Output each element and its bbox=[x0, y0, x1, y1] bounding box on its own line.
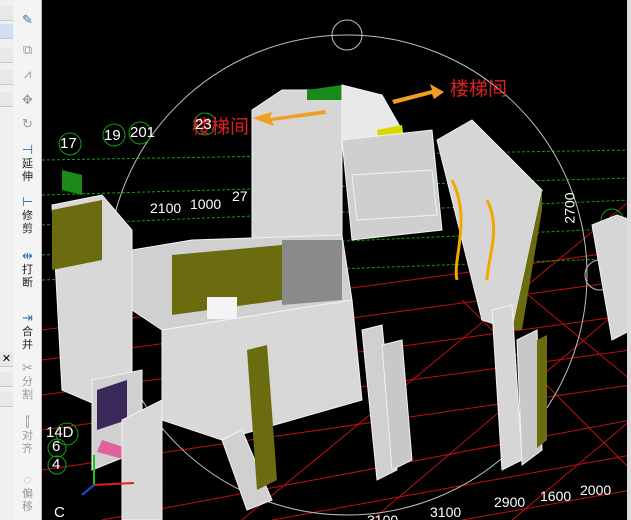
panel-tab[interactable] bbox=[0, 6, 13, 21]
tool-move[interactable]: ✥ bbox=[15, 92, 40, 108]
dimension-label: 3100 bbox=[430, 504, 462, 520]
tool-mirror[interactable]: ⩘ bbox=[15, 66, 40, 82]
left-panel-strip: ✕ bbox=[0, 0, 15, 520]
close-icon[interactable]: ✕ bbox=[0, 352, 13, 367]
panel-tab[interactable] bbox=[0, 92, 13, 107]
panel-tab[interactable] bbox=[0, 48, 13, 63]
axis-number: 17 bbox=[60, 135, 77, 152]
move-icon: ✥ bbox=[22, 92, 33, 107]
olive-face bbox=[537, 335, 547, 448]
door-opening bbox=[207, 297, 237, 319]
axis-number: 201 bbox=[130, 124, 156, 141]
dimension-label: 2100 bbox=[150, 200, 182, 216]
dimension-label: 2900 bbox=[494, 494, 526, 510]
stair-shaft-wall[interactable] bbox=[341, 129, 443, 241]
green-marker bbox=[62, 170, 82, 195]
dimension-label: 1600 bbox=[540, 488, 572, 504]
extend-icon: ⊣ bbox=[21, 142, 34, 157]
trim-icon: ⊢ bbox=[21, 194, 34, 209]
room-inner-shadow bbox=[282, 240, 342, 305]
axis-number: 23 bbox=[195, 116, 212, 133]
3d-viewport[interactable]: 楼梯间 楼梯间 2100 1000 27 2700 2900 1600 2000… bbox=[42, 0, 631, 520]
bottom-wall[interactable] bbox=[121, 399, 163, 520]
dimension-label: 27 bbox=[232, 188, 248, 204]
tool-offset[interactable]: ◌ 偏移 bbox=[15, 472, 40, 514]
tool-rotate[interactable]: ↻ bbox=[15, 116, 40, 132]
panel-tab[interactable] bbox=[0, 392, 13, 407]
mirror-icon: ⩘ bbox=[23, 66, 32, 81]
align-label: 对齐 bbox=[22, 430, 33, 455]
green-top-marker bbox=[307, 85, 342, 100]
tool-split[interactable]: ✂ 分割 bbox=[15, 360, 40, 402]
rotate-icon: ↻ bbox=[22, 116, 33, 131]
axis-number: 6 bbox=[52, 438, 61, 455]
tool-extend[interactable]: ⊣ 延伸 bbox=[15, 142, 40, 184]
model-scene[interactable] bbox=[42, 0, 631, 520]
scrollbar[interactable] bbox=[627, 0, 631, 520]
panel-tab[interactable] bbox=[0, 372, 13, 387]
offset-icon: ◌ bbox=[23, 472, 32, 487]
copy-icon: ⧉ bbox=[22, 42, 33, 57]
break-label: 打断 bbox=[22, 264, 33, 289]
dimension-label: 2000 bbox=[580, 482, 612, 498]
edit-toolbar: ✎ ⧉ ⩘ ✥ ↻ ⊣ 延伸 ⊢ 修剪 ⇹ 打断 ⇥ 合并 ✂ 分割 ⫿ 对齐 … bbox=[14, 0, 42, 520]
pencil-icon: ✎ bbox=[22, 12, 33, 27]
panel-tab[interactable] bbox=[0, 70, 13, 85]
merge-label: 合并 bbox=[22, 326, 33, 351]
axis-number: C bbox=[54, 504, 65, 520]
tool-break[interactable]: ⇹ 打断 bbox=[15, 248, 40, 290]
dimension-label: 2700 bbox=[561, 192, 578, 224]
tool-trim[interactable]: ⊢ 修剪 bbox=[15, 194, 40, 236]
axis-number: 19 bbox=[104, 127, 121, 144]
extend-label: 延伸 bbox=[22, 158, 33, 183]
align-icon: ⫿ bbox=[25, 414, 30, 429]
tool-copy[interactable]: ⧉ bbox=[15, 42, 40, 58]
tool-pencil[interactable]: ✎ bbox=[15, 12, 40, 28]
tool-merge[interactable]: ⇥ 合并 bbox=[15, 310, 40, 352]
panel-tab-selected[interactable] bbox=[0, 24, 13, 39]
trim-label: 修剪 bbox=[22, 210, 33, 235]
dimension-label: 1000 bbox=[190, 196, 222, 212]
stairwell-label-right: 楼梯间 bbox=[450, 79, 508, 100]
split-label: 分割 bbox=[22, 376, 33, 401]
break-icon: ⇹ bbox=[22, 248, 33, 263]
olive-face bbox=[52, 200, 102, 270]
split-icon: ✂ bbox=[22, 360, 33, 375]
tool-align[interactable]: ⫿ 对齐 bbox=[15, 414, 40, 456]
dimension-label: 3100 bbox=[367, 512, 399, 520]
offset-label: 偏移 bbox=[22, 488, 33, 513]
far-right-wall[interactable] bbox=[591, 214, 631, 341]
axis-number: 4 bbox=[52, 456, 61, 473]
merge-icon: ⇥ bbox=[22, 310, 33, 325]
